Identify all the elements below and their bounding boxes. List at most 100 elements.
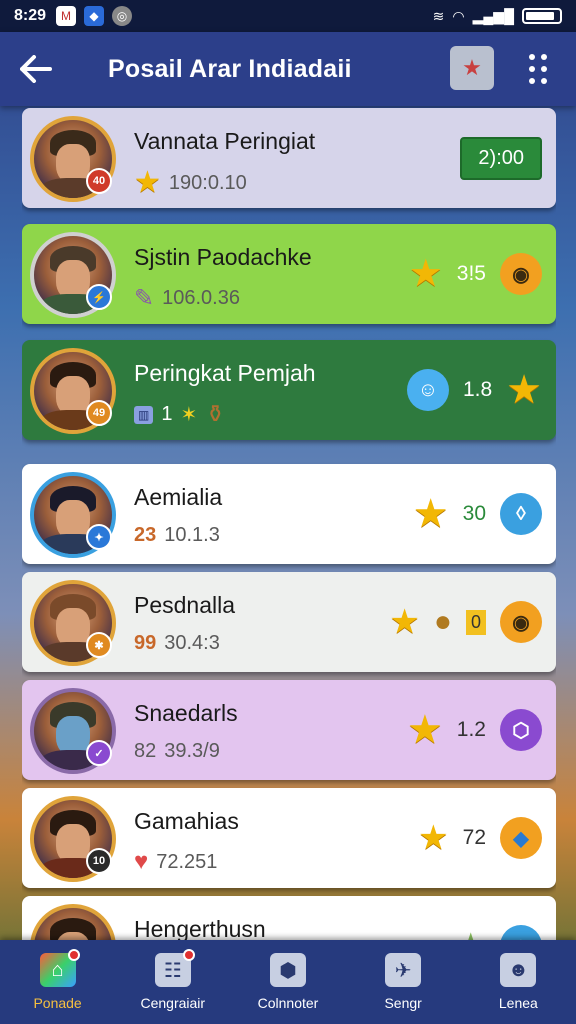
signal-icon: ▂▄▆█	[472, 7, 514, 24]
level-badge: 40	[86, 168, 112, 194]
target-icon[interactable]: ◉	[500, 601, 542, 643]
right-group: ★ 30 ◊	[413, 464, 542, 564]
rank-value: 1.2	[456, 718, 486, 741]
chat-icon[interactable]: ☺	[406, 369, 449, 411]
player-score: 1	[161, 403, 173, 425]
right-group: 2):00	[460, 108, 542, 208]
nav-label: Lenea	[498, 995, 538, 1011]
nav-label: Sengr	[384, 995, 422, 1011]
player-stats: ✎ 106.0.36	[134, 284, 240, 313]
more-menu-button[interactable]	[522, 50, 554, 88]
drop-icon[interactable]: ◊	[500, 493, 542, 535]
player-stats: ▥ 1 ✶ ⚱	[134, 400, 225, 429]
player-name: Snaedarls	[134, 700, 238, 726]
player-score: 10.1.3	[164, 524, 220, 546]
list-item[interactable]: ✓ Snaedarls 82 39.3/9 ★ 1.2 ⬡	[22, 680, 556, 780]
star-icon: ★	[418, 819, 449, 857]
player-score: 39.3/9	[164, 740, 220, 762]
nav-item-home[interactable]: ⌂ Ponade	[8, 949, 108, 1011]
app-bar: Posail Arar Indiadaii ★	[0, 32, 576, 106]
nav-label: Ponade	[33, 995, 82, 1011]
player-stats: 23 10.1.3	[134, 524, 220, 547]
player-name: Gamahias	[134, 808, 239, 834]
back-button[interactable]	[16, 49, 56, 89]
player-rank: 99	[134, 632, 157, 654]
list-item[interactable]: ✱ Pesdnalla 99 30.4:3 ★ ● 0 ◉	[22, 572, 556, 672]
right-group: ★ ● 0 ◉	[389, 572, 542, 672]
cast-icon: ≋	[432, 7, 445, 24]
star-icon: ★	[456, 929, 486, 940]
star-icon: ★	[506, 368, 542, 412]
star-icon: ★	[134, 166, 161, 199]
star-icon: ★	[412, 492, 449, 536]
star-icon: ★	[389, 603, 420, 641]
list-item[interactable]: Hengerthusn ★ ◆	[22, 896, 556, 940]
player-name: Aemialia	[134, 484, 223, 510]
player-rank: 82	[134, 740, 157, 762]
app-icon: ◆	[84, 6, 105, 26]
list-item[interactable]: ⚡ Sjstin Paodachke ✎ 106.0.36 ★ 3!5 ◉	[22, 224, 556, 324]
rank-value: 1.8	[462, 378, 493, 401]
wifi-icon: ◠	[452, 7, 465, 24]
star-icon: ★	[408, 253, 443, 295]
ship-icon: ✈	[385, 953, 422, 987]
list-item[interactable]: 40 Vannata Peringiat ★ 190:0.10 2):00	[22, 108, 556, 208]
nav-item-contacts[interactable]: ☷ Cengraiair	[123, 949, 223, 1011]
leaderboard-list[interactable]: 40 Vannata Peringiat ★ 190:0.10 2):00 ⚡ …	[22, 106, 556, 940]
status-time: 8:29	[14, 7, 47, 24]
player-score: 106.0.36	[162, 287, 240, 309]
notification-dot	[67, 949, 80, 961]
level-badge: ✦	[86, 524, 112, 550]
nav-item-connect[interactable]: ⬢ Colnnoter	[238, 953, 338, 1011]
card-icon: ▥	[134, 405, 154, 424]
notification-dot	[182, 949, 195, 961]
drop-icon[interactable]: ◆	[500, 817, 542, 859]
player-name: Pesdnalla	[134, 592, 236, 618]
level-badge: ✓	[86, 740, 112, 766]
level-badge: ✱	[86, 632, 112, 658]
battery-icon	[522, 8, 562, 24]
target-icon[interactable]: ◉	[500, 253, 542, 295]
nav-item-ship[interactable]: ✈ Sengr	[353, 953, 453, 1011]
status-bar: 8:29 M ◆ ◎ ≋ ◠ ▂▄▆█	[0, 0, 576, 32]
list-item[interactable]: 10 Gamahias ♥ 72.251 ★ 72 ◆	[22, 788, 556, 888]
level-badge: ⚡	[86, 284, 112, 310]
level-badge: 10	[86, 848, 112, 874]
rank-value: 0	[465, 609, 486, 635]
player-score: 72.251	[156, 850, 218, 873]
seed-icon: ●	[433, 605, 452, 638]
shield-icon[interactable]: ⬡	[500, 709, 542, 751]
level-badge: 49	[86, 400, 112, 426]
sparkle-icon: ✶	[180, 404, 198, 426]
player-score: 190:0.10	[168, 171, 247, 194]
gmail-icon: M	[56, 6, 77, 26]
drop-icon[interactable]: ◆	[500, 925, 542, 940]
player-rank: 23	[134, 524, 157, 546]
player-stats: ★ 190:0.10	[134, 168, 247, 198]
list-item[interactable]: 49 Peringkat Pemjah ▥ 1 ✶ ⚱ ☺ 1.8 ★	[22, 340, 556, 440]
nav-item-profile[interactable]: ☻ Lenea	[468, 953, 568, 1011]
player-stats: 82 39.3/9	[134, 740, 220, 763]
player-name: Sjstin Paodachke	[134, 244, 312, 270]
connect-icon: ⬢	[269, 953, 306, 987]
right-group: ★ 72 ◆	[418, 788, 542, 888]
bottle-icon: ⚱	[205, 401, 226, 428]
timer-badge[interactable]: 2):00	[460, 136, 542, 180]
page-title: Posail Arar Indiadaii	[108, 54, 352, 83]
favorite-button[interactable]: ★	[450, 46, 494, 90]
player-stats: 99 30.4:3	[134, 632, 220, 655]
right-group: ★ 1.2 ⬡	[407, 680, 542, 780]
sync-icon: ◎	[112, 6, 133, 26]
right-group: ★ ◆	[456, 896, 542, 940]
avatar	[30, 904, 116, 940]
list-item[interactable]: ✦ Aemialia 23 10.1.3 ★ 30 ◊	[22, 464, 556, 564]
rank-value: 3!5	[456, 262, 486, 285]
bottom-nav: ⌂ Ponade ☷ Cengraiair ⬢ Colnnoter ✈ Seng…	[0, 940, 576, 1024]
profile-icon: ☻	[500, 953, 537, 987]
heart-icon: ♥	[134, 848, 149, 875]
rank-value: 72	[462, 826, 486, 849]
player-name: Hengerthusn	[134, 916, 266, 940]
right-group: ★ 3!5 ◉	[409, 224, 542, 324]
player-score: 30.4:3	[164, 632, 220, 654]
player-stats: ♥ 72.251	[134, 848, 217, 876]
